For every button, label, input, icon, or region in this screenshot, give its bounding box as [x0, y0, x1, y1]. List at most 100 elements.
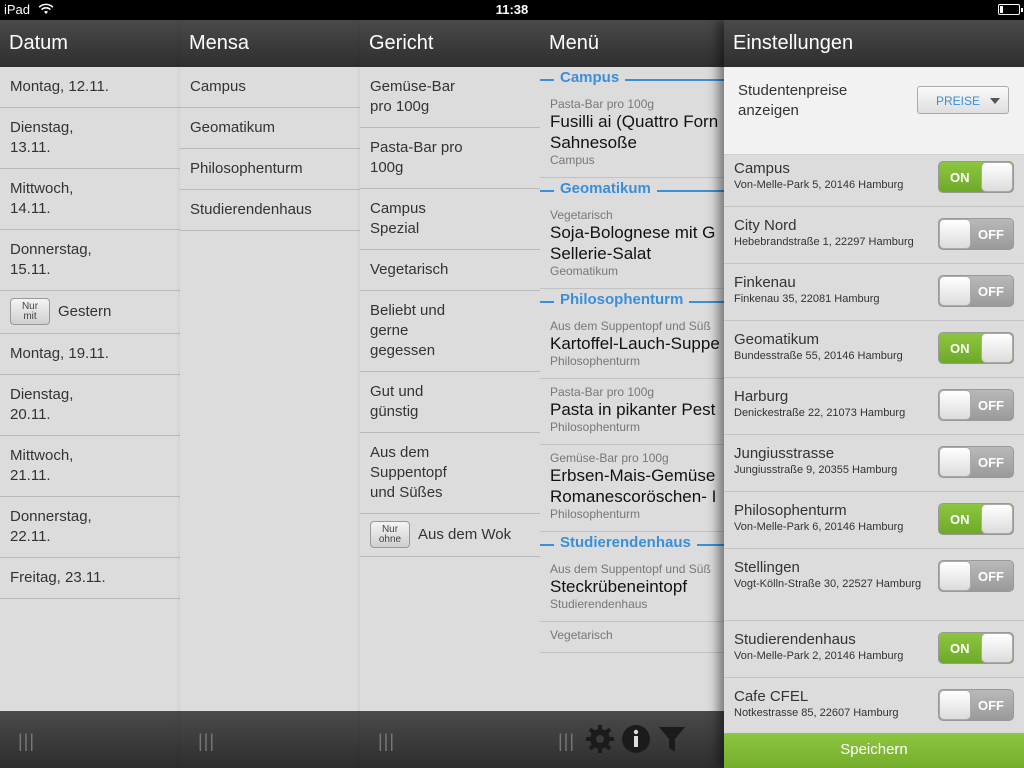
- datum-item[interactable]: Montag, 12.11.: [0, 67, 180, 108]
- info-icon[interactable]: [620, 723, 652, 755]
- drag-handle-icon[interactable]: |||: [558, 731, 575, 752]
- mensa-item[interactable]: Studierendenhaus: [180, 190, 360, 231]
- toggle-knob[interactable]: [939, 219, 971, 249]
- gericht-item[interactable]: Pasta-Bar pro 100g: [360, 128, 540, 189]
- datum-item[interactable]: Dienstag, 20.11.: [0, 375, 180, 436]
- menu-item[interactable]: Aus dem Suppentopf und Süß Steckrübeneint…: [540, 556, 740, 622]
- mensa-setting-row: City Nord Hebebrandstraße 1, 22297 Hambur…: [724, 207, 1024, 264]
- mensa-setting-address: Vogt-Kölln-Straße 30, 22527 Hamburg: [734, 578, 922, 590]
- gericht-item-label: Gut und günstig: [370, 383, 424, 420]
- toggle-state-label: ON: [950, 512, 970, 527]
- menu-item[interactable]: Vegetarisch Soja-Bolognese mit G Sellerie…: [540, 202, 740, 289]
- datum-item[interactable]: Montag, 19.11.: [0, 334, 180, 375]
- menu-section-label: Campus: [554, 69, 626, 86]
- mensa-toggle[interactable]: OFF: [938, 218, 1014, 250]
- menu-item-name: Steckrübeneintopf: [550, 577, 688, 596]
- gericht-item[interactable]: Campus Spezial: [360, 189, 540, 250]
- datum-item[interactable]: Freitag, 23.11.: [0, 558, 180, 599]
- datum-item-label: Mittwoch, 21.11.: [10, 447, 74, 484]
- mensa-toggle[interactable]: ON: [938, 161, 1014, 193]
- datum-item-label: Freitag, 23.11.: [10, 569, 106, 586]
- mensa-toggle[interactable]: OFF: [938, 689, 1014, 721]
- price-select-value: PREISE: [936, 94, 981, 108]
- mensa-toggle[interactable]: ON: [938, 632, 1014, 664]
- toggle-state-label: ON: [950, 641, 970, 656]
- datum-item[interactable]: Donnerstag, 22.11.: [0, 497, 180, 558]
- menu-item-name: Fusilli ai (Quattro Forn Sahnesoße: [550, 112, 719, 152]
- menu-item-category: Vegetarisch: [550, 628, 613, 642]
- toggle-knob[interactable]: [939, 390, 971, 420]
- datum-item-label: Dienstag, 13.11.: [10, 119, 74, 156]
- mensa-list: Campus Geomatikum Philosophenturm Studieren…: [180, 67, 360, 231]
- drag-handle-icon[interactable]: |||: [198, 731, 215, 752]
- mensa-setting-row: Philosophenturm Von-Melle-Park 6, 20146 H…: [724, 492, 1024, 549]
- datum-column: Datum Montag, 12.11. Dienstag, 13.11. Mitt…: [0, 20, 180, 768]
- datum-item[interactable]: Mittwoch, 14.11.: [0, 169, 180, 230]
- toggle-knob[interactable]: [939, 561, 971, 591]
- gericht-item-label: Aus dem Wok: [418, 525, 512, 543]
- drag-handle-icon[interactable]: |||: [18, 731, 35, 752]
- save-button[interactable]: Speichern: [724, 733, 1024, 768]
- toggle-state-label: OFF: [978, 569, 1004, 584]
- filter-icon[interactable]: [656, 723, 688, 755]
- gericht-item[interactable]: Beliebt und gerne gegessen: [360, 291, 540, 372]
- mensa-toggle[interactable]: OFF: [938, 446, 1014, 478]
- mensa-toggle[interactable]: OFF: [938, 560, 1014, 592]
- menu-section-header: Philosophenturm: [540, 289, 740, 313]
- toggle-knob[interactable]: [939, 690, 971, 720]
- gericht-item[interactable]: Vegetarisch: [360, 250, 540, 291]
- menu-item-location: Campus: [550, 153, 595, 167]
- gericht-item[interactable]: Gut und günstig: [360, 372, 540, 433]
- menu-item-name: Pasta in pikanter Pest: [550, 400, 716, 419]
- menu-item[interactable]: Gemüse-Bar pro 100g Erbsen-Mais-Gemüse Ro…: [540, 445, 740, 532]
- toggle-knob[interactable]: [981, 633, 1013, 663]
- mensa-setting-row: Harburg Denickestraße 22, 21073 Hamburg OF…: [724, 378, 1024, 435]
- toggle-knob[interactable]: [981, 333, 1013, 363]
- menu-item-location: Geomatikum: [550, 264, 619, 278]
- menu-item[interactable]: Pasta-Bar pro 100g Pasta in pikanter Pest…: [540, 379, 740, 445]
- datum-item-label: Montag, 19.11.: [10, 345, 109, 362]
- datum-item[interactable]: Dienstag, 13.11.: [0, 108, 180, 169]
- mensa-setting-row: Stellingen Vogt-Kölln-Straße 30, 22527 Ha…: [724, 549, 1024, 621]
- datum-item-label: Montag, 12.11.: [10, 78, 109, 95]
- datum-item[interactable]: Mittwoch, 21.11.: [0, 436, 180, 497]
- toggle-knob[interactable]: [939, 276, 971, 306]
- mensa-toggle[interactable]: ON: [938, 503, 1014, 535]
- toggle-knob[interactable]: [981, 504, 1013, 534]
- gericht-item[interactable]: Nur ohne Aus dem Wok: [360, 514, 540, 557]
- datum-item[interactable]: Donnerstag, 15.11.: [0, 230, 180, 291]
- datum-item-label: Gestern: [58, 302, 112, 320]
- mensa-setting-address: Von-Melle-Park 2, 20146 Hamburg: [734, 650, 904, 662]
- menu-item[interactable]: Vegetarisch: [540, 622, 740, 653]
- menu-item-category: Pasta-Bar pro 100g: [550, 385, 655, 399]
- menu-section-label: Philosophenturm: [554, 291, 690, 308]
- mensa-toggle[interactable]: ON: [938, 332, 1014, 364]
- mensa-item[interactable]: Philosophenturm: [180, 149, 360, 190]
- toggle-state-label: ON: [950, 341, 970, 356]
- toggle-knob[interactable]: [939, 447, 971, 477]
- drag-handle-icon[interactable]: |||: [378, 731, 395, 752]
- menu-toolbar: [584, 723, 688, 755]
- gericht-item[interactable]: Gemüse-Bar pro 100g: [360, 67, 540, 128]
- mensa-footer: |||: [180, 711, 360, 768]
- mensa-setting-address: Denickestraße 22, 21073 Hamburg: [734, 407, 906, 419]
- mensa-toggle[interactable]: OFF: [938, 275, 1014, 307]
- battery-icon: [998, 4, 1023, 15]
- chevron-down-icon: [990, 98, 1000, 104]
- nur-mit-toggle[interactable]: Nur mit: [10, 298, 50, 325]
- nur-ohne-toggle[interactable]: Nur ohne: [370, 521, 410, 548]
- menu-item[interactable]: Pasta-Bar pro 100g Fusilli ai (Quattro Fo…: [540, 91, 740, 178]
- mensa-item[interactable]: Campus: [180, 67, 360, 108]
- menu-item-name: Kartoffel-Lauch-Suppe: [550, 334, 720, 353]
- toggle-state-label: ON: [950, 170, 970, 185]
- gericht-header: Gericht: [360, 20, 540, 67]
- gear-icon[interactable]: [584, 723, 616, 755]
- gericht-item[interactable]: Aus dem Suppentopf und Süßes: [360, 433, 540, 514]
- datum-item[interactable]: Nur mit Gestern: [0, 291, 180, 334]
- menu-item[interactable]: Aus dem Suppentopf und Süß Kartoffel-Lauc…: [540, 313, 740, 379]
- toggle-state-label: OFF: [978, 284, 1004, 299]
- toggle-knob[interactable]: [981, 162, 1013, 192]
- mensa-item[interactable]: Geomatikum: [180, 108, 360, 149]
- mensa-toggle[interactable]: OFF: [938, 389, 1014, 421]
- price-select[interactable]: PREISE: [917, 86, 1009, 114]
